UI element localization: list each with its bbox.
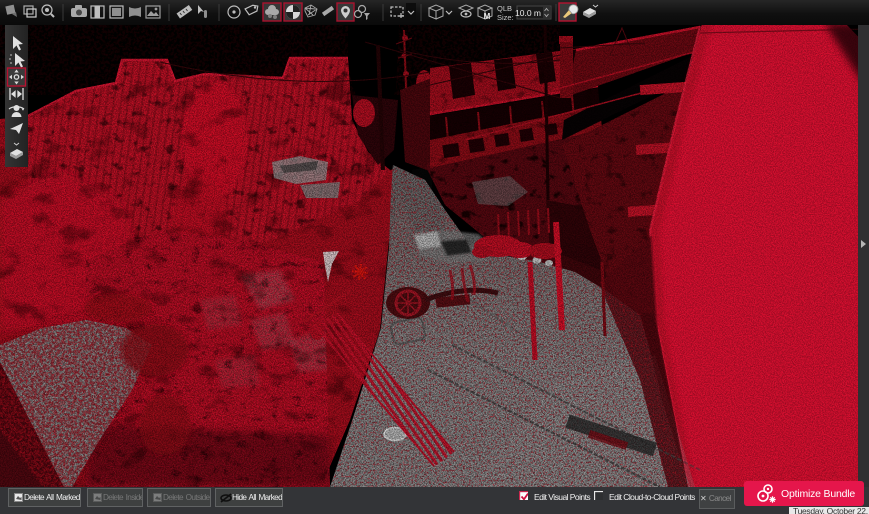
- svg-text:QLB: QLB: [497, 4, 512, 13]
- svg-text:Size:: Size:: [497, 13, 514, 22]
- svg-text:M: M: [484, 12, 491, 21]
- svg-text:10.0 m: 10.0 m: [515, 8, 541, 18]
